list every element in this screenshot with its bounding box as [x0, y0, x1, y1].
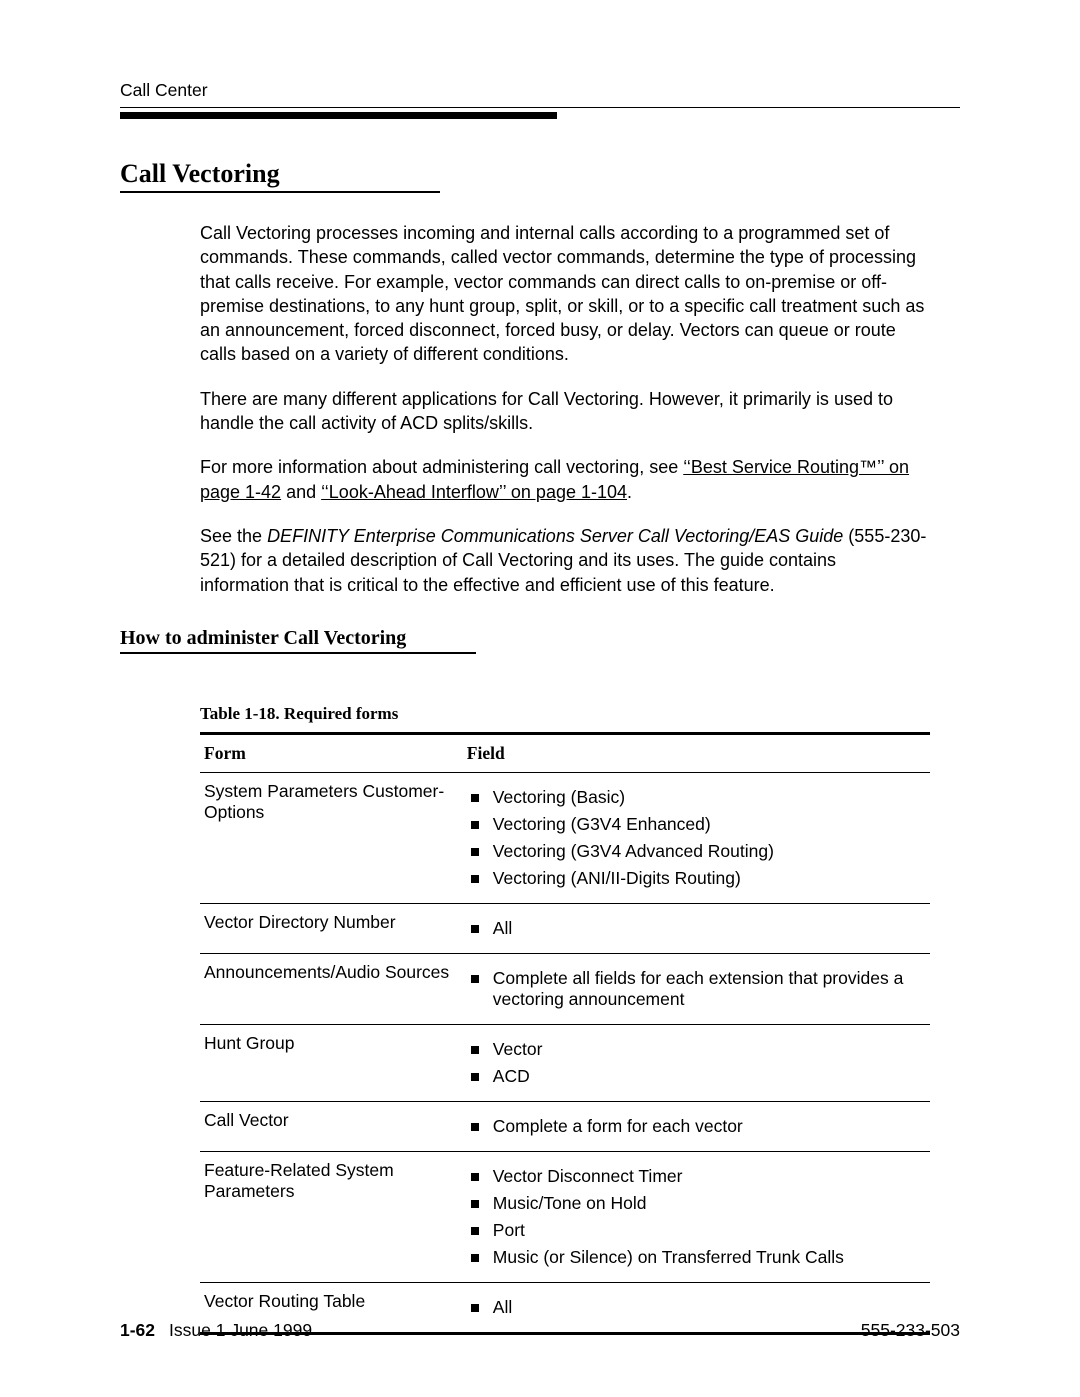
required-forms-table: Form Field System Parameters Customer-Op… [200, 732, 930, 1335]
table-row: Feature-Related System ParametersVector … [200, 1151, 930, 1282]
field-item: Music (or Silence) on Transferred Trunk … [467, 1247, 926, 1268]
form-cell: Vector Directory Number [200, 903, 463, 953]
table-caption: Table 1-18. Required forms [200, 704, 930, 724]
field-item: Vector [467, 1039, 926, 1060]
text: See the [200, 526, 267, 546]
text: For more information about administering… [200, 457, 683, 477]
field-item: Complete all fields for each extension t… [467, 968, 926, 1010]
field-item: All [467, 918, 926, 939]
issue-text: Issue 1 June 1999 [169, 1320, 312, 1340]
page-footer: 1-62 Issue 1 June 1999 555-233-503 [120, 1320, 960, 1341]
field-cell: All [463, 903, 930, 953]
field-cell: Vector Disconnect Timer Music/Tone on Hol… [463, 1151, 930, 1282]
table-row: Announcements/Audio SourcesComplete all … [200, 953, 930, 1024]
field-item: Vectoring (ANI/II-Digits Routing) [467, 868, 926, 889]
col-header-field: Field [463, 733, 930, 772]
form-cell: System Parameters Customer-Options [200, 772, 463, 903]
guide-title: DEFINITY Enterprise Communications Serve… [267, 526, 843, 546]
field-item: Vectoring (Basic) [467, 787, 926, 808]
body-text: Call Vectoring processes incoming and in… [200, 221, 930, 597]
field-item: All [467, 1297, 926, 1318]
col-header-form: Form [200, 733, 463, 772]
subsection-title: How to administer Call Vectoring [120, 627, 476, 654]
field-item: ACD [467, 1066, 926, 1087]
field-item: Vectoring (G3V4 Enhanced) [467, 814, 926, 835]
field-item: Music/Tone on Hold [467, 1193, 926, 1214]
section-title: Call Vectoring [120, 159, 440, 193]
footer-left: 1-62 Issue 1 June 1999 [120, 1320, 312, 1341]
table-row: Call VectorComplete a form for each vect… [200, 1101, 930, 1151]
form-cell: Call Vector [200, 1101, 463, 1151]
field-cell: Vector ACD [463, 1024, 930, 1101]
link-look-ahead-interflow[interactable]: ‘‘Look-Ahead Interflow’’ on page 1-104 [321, 482, 627, 502]
document-page: Call Center Call Vectoring Call Vectorin… [0, 0, 1080, 1397]
field-item: Port [467, 1220, 926, 1241]
paragraph-1: Call Vectoring processes incoming and in… [200, 221, 930, 367]
form-cell: Announcements/Audio Sources [200, 953, 463, 1024]
table-row: Vector Directory NumberAll [200, 903, 930, 953]
paragraph-3: For more information about administering… [200, 455, 930, 504]
table-row: Hunt GroupVector ACD [200, 1024, 930, 1101]
running-header: Call Center [120, 80, 960, 108]
doc-number: 555-233-503 [861, 1320, 960, 1341]
header-rule [120, 112, 557, 119]
field-item: Vector Disconnect Timer [467, 1166, 926, 1187]
table-row: System Parameters Customer-OptionsVector… [200, 772, 930, 903]
paragraph-2: There are many different applications fo… [200, 387, 930, 436]
text: . [627, 482, 632, 502]
field-cell: Vectoring (Basic) Vectoring (G3V4 Enhance… [463, 772, 930, 903]
form-cell: Feature-Related System Parameters [200, 1151, 463, 1282]
field-cell: Complete all fields for each extension t… [463, 953, 930, 1024]
field-item: Vectoring (G3V4 Advanced Routing) [467, 841, 926, 862]
text: and [281, 482, 321, 502]
field-item: Complete a form for each vector [467, 1116, 926, 1137]
form-cell: Hunt Group [200, 1024, 463, 1101]
paragraph-4: See the DEFINITY Enterprise Communicatio… [200, 524, 930, 597]
page-number: 1-62 [120, 1320, 155, 1340]
field-cell: Complete a form for each vector [463, 1101, 930, 1151]
required-forms-table-wrap: Table 1-18. Required forms Form Field Sy… [200, 704, 930, 1335]
